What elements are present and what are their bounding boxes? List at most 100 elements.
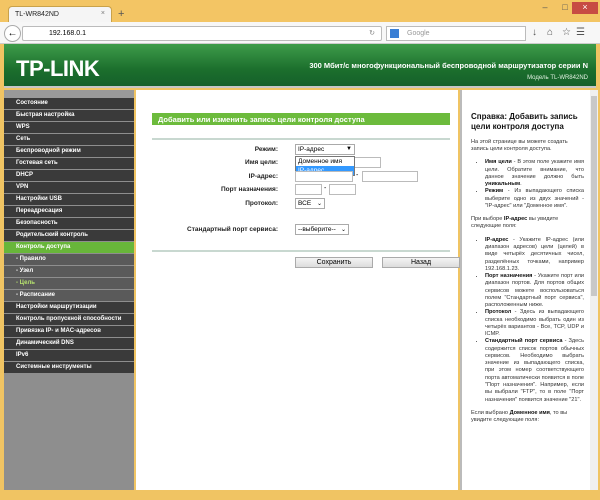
sidebar-item[interactable]: Контроль пропускной способности <box>4 314 134 325</box>
sidebar-item[interactable]: - Узел <box>4 266 134 277</box>
range-dash: - <box>356 172 359 179</box>
bookmark-star-icon[interactable]: ☆ <box>562 27 571 38</box>
sidebar-item[interactable]: Настройки USB <box>4 194 134 205</box>
tab-title: TL-WR842ND <box>15 11 59 18</box>
sidebar-item[interactable]: Гостевая сеть <box>4 158 134 169</box>
help-item: Протокол - Здесь из выпадающего списка н… <box>485 309 584 338</box>
sidebar-item[interactable]: Беспроводной режим <box>4 146 134 157</box>
chevron-down-icon: ⌄ <box>340 227 346 233</box>
help-term: уникальным <box>485 181 521 188</box>
service-port-select[interactable]: --выберите-- ⌄ <box>295 224 349 235</box>
ip-label: IP-адрес: <box>248 173 278 180</box>
sidebar-item[interactable]: Динамический DNS <box>4 338 134 349</box>
divider <box>152 250 450 252</box>
port-end-input[interactable] <box>329 184 356 195</box>
form-title: Добавить или изменить запись цели контро… <box>152 113 450 125</box>
port-label: Порт назначения: <box>220 186 278 193</box>
protocol-label: Протокол: <box>245 200 278 207</box>
sidebar-item[interactable]: Системные инструменты <box>4 362 134 373</box>
window-titlebar: TL-WR842ND × + – □ × <box>0 0 600 23</box>
help-text: Если выбрано <box>471 409 510 416</box>
sidebar-item[interactable]: Быстрая настройка <box>4 110 134 121</box>
port-start-input[interactable] <box>295 184 322 195</box>
router-header: TP-LINK 300 Мбит/с многофункциональный б… <box>4 44 596 88</box>
sidebar-item[interactable]: IPv6 <box>4 350 134 361</box>
chevron-down-icon: ⌄ <box>316 201 322 207</box>
help-bold: Доменное имя <box>509 409 550 416</box>
divider <box>152 138 450 140</box>
sidebar-item[interactable]: DHCP <box>4 170 134 181</box>
back-icon[interactable]: ← <box>4 25 21 42</box>
sidebar-item[interactable]: VPN <box>4 182 134 193</box>
help-scrollbar[interactable] <box>590 90 598 490</box>
header-model: Модель TL-WR842ND <box>527 75 588 81</box>
minimize-icon[interactable]: – <box>536 2 554 14</box>
mode-value: IP-адрес <box>298 146 325 153</box>
help-term: Имя цели <box>485 159 512 166</box>
new-tab-icon[interactable]: + <box>118 8 124 20</box>
url-bar[interactable]: 192.168.0.1 ↻ <box>22 26 382 41</box>
reload-icon[interactable]: ↻ <box>369 29 375 37</box>
search-engine-icon[interactable] <box>390 29 399 38</box>
menu-icon[interactable]: ☰ <box>576 27 585 38</box>
help-text: При выборе <box>471 216 504 223</box>
sidebar-menu: Состояние Быстрая настройка WPS Сеть Беспров… <box>4 90 134 490</box>
tp-link-logo: TP-LINK <box>16 56 100 81</box>
help-text: - Здесь содержится список портов обычных… <box>485 338 584 403</box>
header-title: 300 Мбит/с многофункциональный беспровод… <box>309 61 588 70</box>
search-placeholder: Google <box>407 30 430 37</box>
mode-option-domain[interactable]: Доменное имя <box>296 157 354 166</box>
mode-select[interactable]: IP-адрес ▼ <box>295 144 355 155</box>
sidebar-item[interactable]: Безопасность <box>4 218 134 229</box>
save-button[interactable]: Сохранить <box>295 257 373 268</box>
help-term: Протокол <box>485 309 512 316</box>
browser-toolbar: ← 192.168.0.1 ↻ Google ↓ ⌂ ☆ ☰ <box>0 22 600 44</box>
sidebar-item[interactable]: Привязка IP- и MAC-адресов <box>4 326 134 337</box>
help-panel: Справка: Добавить запись цели контроля д… <box>460 90 590 490</box>
tab-close-icon[interactable]: × <box>101 10 105 17</box>
sidebar-item[interactable]: Состояние <box>4 98 134 109</box>
help-text: . <box>520 181 522 188</box>
back-button[interactable]: Назад <box>382 257 460 268</box>
main-panel: Добавить или изменить запись цели контро… <box>136 90 460 490</box>
home-icon[interactable]: ⌂ <box>547 27 553 38</box>
mode-label: Режим: <box>254 146 278 153</box>
ip-start-input[interactable] <box>295 171 353 182</box>
search-input[interactable]: Google <box>386 26 526 41</box>
help-domain-intro: Если выбрано Доменное имя, то вы увидите… <box>471 410 584 425</box>
range-dash: - <box>324 185 327 192</box>
browser-tab[interactable]: TL-WR842ND × <box>8 6 112 23</box>
service-port-value: --выберите-- <box>298 226 336 233</box>
sidebar-item[interactable]: Переадресация <box>4 206 134 217</box>
sidebar-item[interactable]: WPS <box>4 122 134 133</box>
close-window-icon[interactable]: × <box>572 2 598 14</box>
sidebar-item[interactable]: Родительский контроль <box>4 230 134 241</box>
help-item: IP-адрес - Укажите IP-адрес (или диапазо… <box>485 237 584 273</box>
protocol-select[interactable]: ВСЕ ⌄ <box>295 198 325 209</box>
sidebar-item[interactable]: Сеть <box>4 134 134 145</box>
help-term: Режим <box>485 188 504 195</box>
help-intro: На этой странице вы можете создать запис… <box>471 138 568 153</box>
chevron-down-icon: ▼ <box>346 146 352 152</box>
help-title: Справка: Добавить запись цели контроля д… <box>471 112 578 132</box>
help-term: Стандартный порт сервиса <box>485 338 563 345</box>
help-list: Имя цели - В этом поле укажите имя цели.… <box>471 159 584 210</box>
sidebar-item[interactable]: - Расписание <box>4 290 134 301</box>
download-icon[interactable]: ↓ <box>532 27 537 38</box>
help-ip-intro: При выборе IP-адрес вы увидите следующие… <box>471 216 584 231</box>
url-text: 192.168.0.1 <box>49 30 86 37</box>
scrollbar-thumb[interactable] <box>591 96 597 296</box>
sidebar-item[interactable]: - Правило <box>4 254 134 265</box>
help-term: Порт назначения <box>485 273 533 280</box>
help-term: IP-адрес <box>485 236 509 243</box>
help-item: Стандартный порт сервиса - Здесь содержи… <box>485 338 584 403</box>
help-bold: IP-адрес <box>503 216 528 223</box>
sidebar-item[interactable]: Контроль доступа <box>4 242 134 253</box>
target-name-label: Имя цели: <box>245 159 278 166</box>
ip-end-input[interactable] <box>362 171 418 182</box>
service-port-label: Стандартный порт сервиса: <box>187 226 278 233</box>
help-item: Имя цели - В этом поле укажите имя цели.… <box>485 159 584 188</box>
help-item: Порт назначения - Укажите порт или диапа… <box>485 273 584 309</box>
sidebar-item[interactable]: - Цель <box>4 278 134 289</box>
sidebar-item[interactable]: Настройки маршрутизации <box>4 302 134 313</box>
